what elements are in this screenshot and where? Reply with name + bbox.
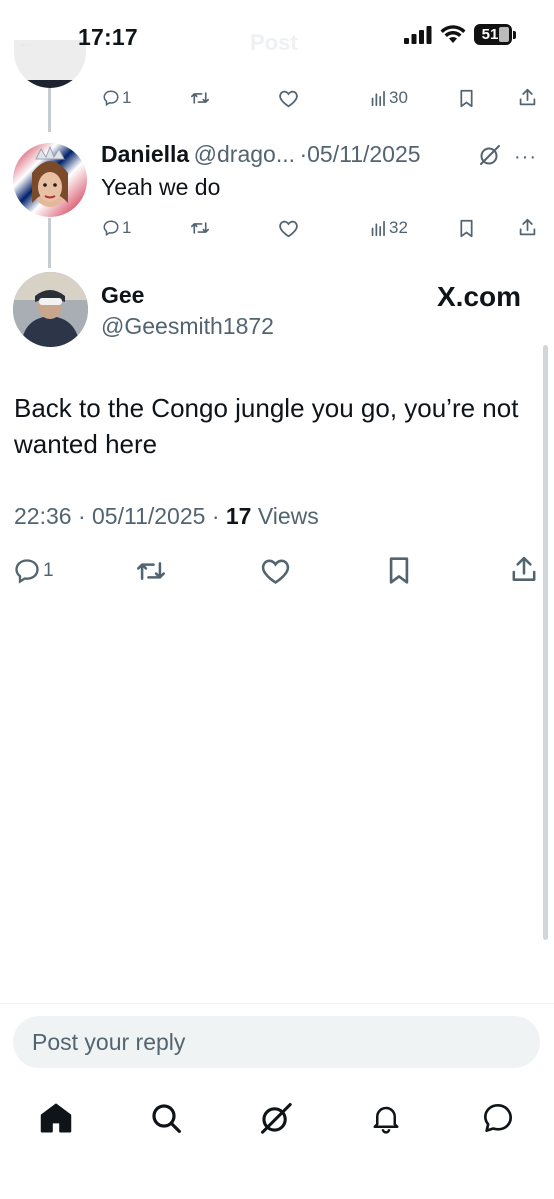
avatar[interactable] [13, 272, 88, 347]
thread-line [48, 88, 51, 132]
post-date: 05/11/2025 [307, 141, 421, 167]
reply-icon [103, 220, 119, 237]
share-button[interactable] [518, 218, 537, 237]
back-arrow-icon[interactable]: ← [16, 28, 40, 56]
view-count: 30 [389, 88, 408, 107]
post-date: 05/11/2025 [92, 503, 206, 529]
user-handle[interactable]: @Geesmith1872 [101, 313, 274, 340]
user-handle[interactable]: @drago... [194, 141, 295, 167]
home-icon [40, 1103, 72, 1133]
grok-icon[interactable] [478, 143, 502, 172]
tab-search[interactable] [146, 1098, 186, 1138]
reply-icon [15, 559, 39, 584]
reply-count: 1 [43, 560, 54, 581]
bookmark-button[interactable] [386, 556, 412, 585]
divider [0, 1003, 554, 1004]
views-button[interactable]: 30 [370, 88, 408, 108]
separator: · [211, 503, 220, 529]
messages-icon [484, 1104, 512, 1132]
repost-button[interactable] [190, 89, 210, 107]
notifications-icon [373, 1106, 399, 1134]
separator: · [77, 503, 86, 529]
signal-icon [404, 25, 432, 44]
profile-photo [13, 272, 88, 347]
battery-icon: 51 [474, 24, 516, 45]
repost-button[interactable] [190, 219, 210, 237]
reply-count: 1 [122, 88, 132, 107]
post-text: Yeah we do [101, 174, 221, 200]
avatar[interactable] [13, 143, 87, 217]
heart-icon [261, 559, 290, 584]
reply-button[interactable]: 1 [102, 88, 131, 108]
search-icon [152, 1104, 181, 1133]
status-time: 17:17 [78, 24, 138, 50]
repost-icon [191, 222, 209, 234]
heart-icon [279, 220, 298, 238]
bookmark-icon [389, 557, 409, 584]
tab-notifications[interactable] [366, 1098, 406, 1138]
thread-line [48, 218, 51, 268]
like-button[interactable] [278, 89, 299, 108]
reply-composer[interactable] [13, 1016, 540, 1068]
like-button[interactable] [278, 219, 299, 238]
more-options-icon[interactable]: ··· [514, 146, 537, 169]
grok-icon [260, 1102, 292, 1134]
view-count: 32 [389, 218, 408, 237]
header-title: Post [250, 30, 298, 55]
battery-level: 51 [481, 26, 499, 43]
x-com-brand: X.com [437, 281, 522, 312]
bookmark-button[interactable] [458, 89, 475, 108]
wifi-icon [440, 25, 466, 43]
reply-icon [103, 90, 119, 107]
tab-home[interactable] [36, 1098, 76, 1138]
status-bar: ← Post 17:17 51 [0, 0, 554, 80]
repost-icon [136, 562, 165, 580]
bookmark-icon [460, 89, 473, 108]
analytics-icon [371, 90, 385, 106]
display-name[interactable]: Daniella [101, 141, 189, 167]
heart-icon [279, 90, 298, 108]
share-button[interactable] [510, 555, 538, 584]
post-time: 22:36 [14, 503, 72, 529]
repost-icon [191, 92, 209, 104]
view-count: 17 [225, 503, 252, 529]
share-icon [519, 218, 536, 236]
repost-button[interactable] [134, 557, 168, 585]
reply-button[interactable]: 1 [13, 557, 54, 585]
tab-messages[interactable] [478, 1098, 518, 1138]
analytics-icon [371, 220, 385, 236]
tab-grok[interactable] [256, 1098, 296, 1138]
reply-header: Daniella @drago... ·05/11/2025 [101, 141, 481, 168]
post-meta: 22:36 · 05/11/2025 · 17 Views [14, 503, 319, 530]
views-button[interactable]: 32 [370, 218, 408, 238]
status-icons: 51 [404, 24, 516, 45]
share-button[interactable] [518, 88, 537, 107]
profile-photo [32, 145, 68, 207]
scrollbar[interactable] [543, 345, 548, 940]
share-icon [519, 88, 536, 106]
reply-count: 1 [122, 218, 132, 237]
reply-input[interactable] [13, 1016, 540, 1068]
like-button[interactable] [260, 557, 291, 585]
views-label: Views [257, 503, 319, 529]
separator: · [299, 141, 308, 167]
reply-button[interactable]: 1 [102, 218, 131, 238]
share-icon [512, 556, 536, 581]
display-name[interactable]: Gee [101, 282, 144, 309]
post-text: Back to the Congo jungle you go, you’re … [14, 393, 519, 459]
bookmark-icon [460, 219, 473, 238]
bookmark-button[interactable] [458, 219, 475, 238]
